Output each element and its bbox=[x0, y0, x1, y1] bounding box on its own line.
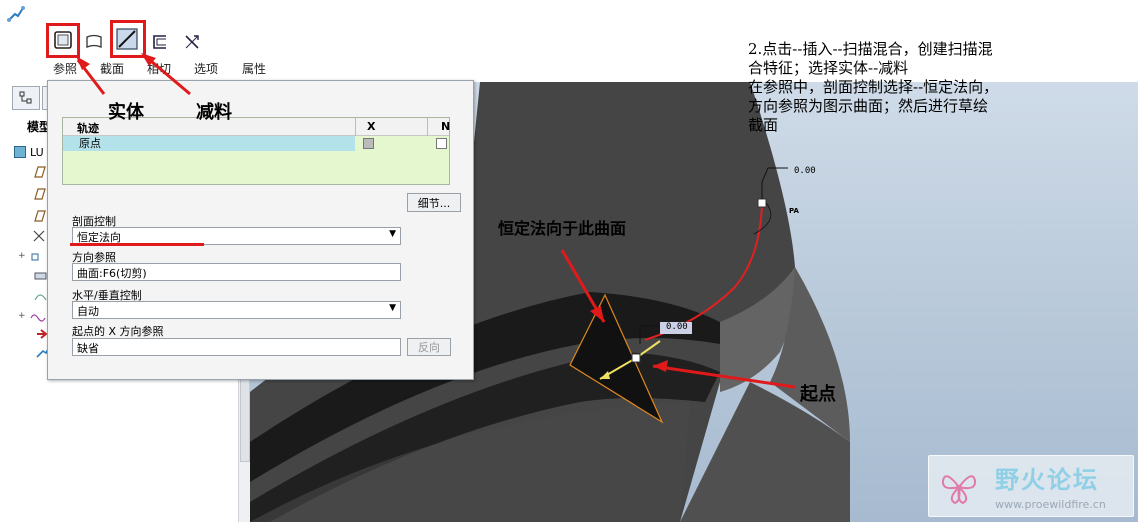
row-name-cell: 原点 bbox=[63, 136, 355, 151]
butterfly-logo-icon bbox=[941, 475, 977, 505]
col-n: N bbox=[441, 120, 451, 133]
surface-button[interactable] bbox=[82, 30, 106, 54]
direction-ref-value: 曲面:F6(切剪) bbox=[77, 267, 147, 280]
flip-button[interactable]: 反向 bbox=[407, 338, 451, 356]
solid-annotation: 实体 bbox=[108, 102, 144, 123]
hv-control-value: 自动 bbox=[77, 305, 99, 318]
tree-item-feature-2[interactable] bbox=[34, 268, 48, 284]
x-checkbox[interactable] bbox=[363, 138, 374, 149]
datum-plane-icon bbox=[34, 188, 46, 200]
blend-vertex-icon bbox=[185, 35, 199, 49]
dimension-mid[interactable]: 0.00 bbox=[666, 322, 688, 332]
tab-properties[interactable]: 属性 bbox=[242, 60, 266, 77]
col-x: X bbox=[367, 120, 376, 133]
instruction-line: 2.点击--插入--扫描混合，创建扫描混 bbox=[748, 40, 993, 58]
chevron-down-icon: ▼ bbox=[389, 303, 396, 313]
start-point-annotation: 起点 bbox=[800, 384, 836, 405]
normal-surface-annotation: 恒定法向于此曲面 bbox=[498, 219, 627, 238]
underline-annotation bbox=[70, 243, 204, 246]
detail-button[interactable]: 细节... bbox=[407, 193, 461, 212]
datum-plane-icon bbox=[34, 210, 46, 222]
instruction-line: 在参照中，剖面控制选择--恒定法向， bbox=[748, 78, 999, 96]
trajectory-list[interactable]: 轨迹 X N 原点 bbox=[62, 117, 450, 185]
x-dir-ref-value: 缺省 bbox=[77, 342, 99, 355]
feature-icon bbox=[34, 272, 47, 280]
watermark-name: 野火论坛 bbox=[995, 466, 1099, 494]
app-icon bbox=[6, 4, 26, 24]
feature-icon bbox=[34, 294, 47, 301]
blend-vertex-button[interactable] bbox=[180, 30, 204, 54]
tree-icon bbox=[19, 91, 32, 104]
tree-root[interactable]: LU bbox=[14, 144, 44, 160]
cut-icon bbox=[116, 28, 138, 50]
tab-tangency[interactable]: 相切 bbox=[147, 60, 171, 77]
instruction-text: 2.点击--插入--扫描混合，创建扫描混 合特征；选择实体--减料 在参照中，剖… bbox=[748, 40, 1088, 135]
watermark-url: www.proewildfire.cn bbox=[995, 498, 1106, 511]
solid-button[interactable] bbox=[51, 28, 75, 52]
surface-icon bbox=[86, 34, 102, 48]
datum-plane-icon bbox=[34, 166, 46, 178]
tree-item-datum-2[interactable] bbox=[32, 186, 46, 202]
x-dir-ref-label: 起点的 X 方向参照 bbox=[72, 325, 164, 338]
part-icon bbox=[14, 146, 26, 158]
tab-references[interactable]: 参照 bbox=[53, 60, 77, 77]
feature-icon bbox=[31, 253, 39, 261]
n-checkbox[interactable] bbox=[436, 138, 447, 149]
sweep-icon bbox=[30, 314, 46, 322]
point-label: PA bbox=[789, 207, 799, 215]
table-row[interactable]: 原点 bbox=[63, 136, 449, 151]
tree-item-feature-1[interactable]: + bbox=[18, 248, 44, 264]
instruction-line: 方向参照为图示曲面；然后进行草绘 bbox=[748, 97, 989, 115]
instruction-line: 合特征；选择实体--减料 bbox=[748, 59, 909, 77]
watermark: 野火论坛 www.proewildfire.cn bbox=[928, 455, 1134, 517]
tree-item-datum-1[interactable] bbox=[32, 164, 46, 180]
references-panel: 轨迹 X N 原点 细节... 剖面控制 恒定法向 ▼ 方向参照 曲面:F6(切… bbox=[47, 80, 474, 380]
cut-button[interactable] bbox=[115, 27, 139, 51]
instruction-line: 截面 bbox=[748, 116, 779, 134]
tree-root-label: LU bbox=[30, 145, 44, 159]
tab-options[interactable]: 选项 bbox=[194, 60, 218, 77]
cut-annotation: 减料 bbox=[196, 102, 232, 123]
dimension-top[interactable]: 0.00 bbox=[794, 166, 816, 176]
thin-icon bbox=[153, 35, 166, 49]
direction-ref-field[interactable]: 曲面:F6(切剪) bbox=[72, 263, 401, 281]
x-dir-ref-field[interactable]: 缺省 bbox=[72, 338, 401, 356]
tree-item-csys[interactable] bbox=[32, 228, 46, 244]
chevron-down-icon: ▼ bbox=[389, 229, 396, 239]
col-trajectory: 轨迹 bbox=[77, 122, 99, 135]
tree-item-feature-4[interactable]: + bbox=[18, 308, 46, 324]
thin-button[interactable] bbox=[148, 30, 172, 54]
tab-sections[interactable]: 截面 bbox=[100, 60, 124, 77]
tree-item-feature-3[interactable] bbox=[34, 288, 48, 304]
solid-icon bbox=[54, 31, 72, 49]
model-tree-tab[interactable] bbox=[12, 86, 40, 110]
csys-icon bbox=[33, 230, 45, 242]
hv-control-select[interactable]: 自动 ▼ bbox=[72, 301, 401, 319]
tree-item-datum-3[interactable] bbox=[32, 208, 46, 224]
